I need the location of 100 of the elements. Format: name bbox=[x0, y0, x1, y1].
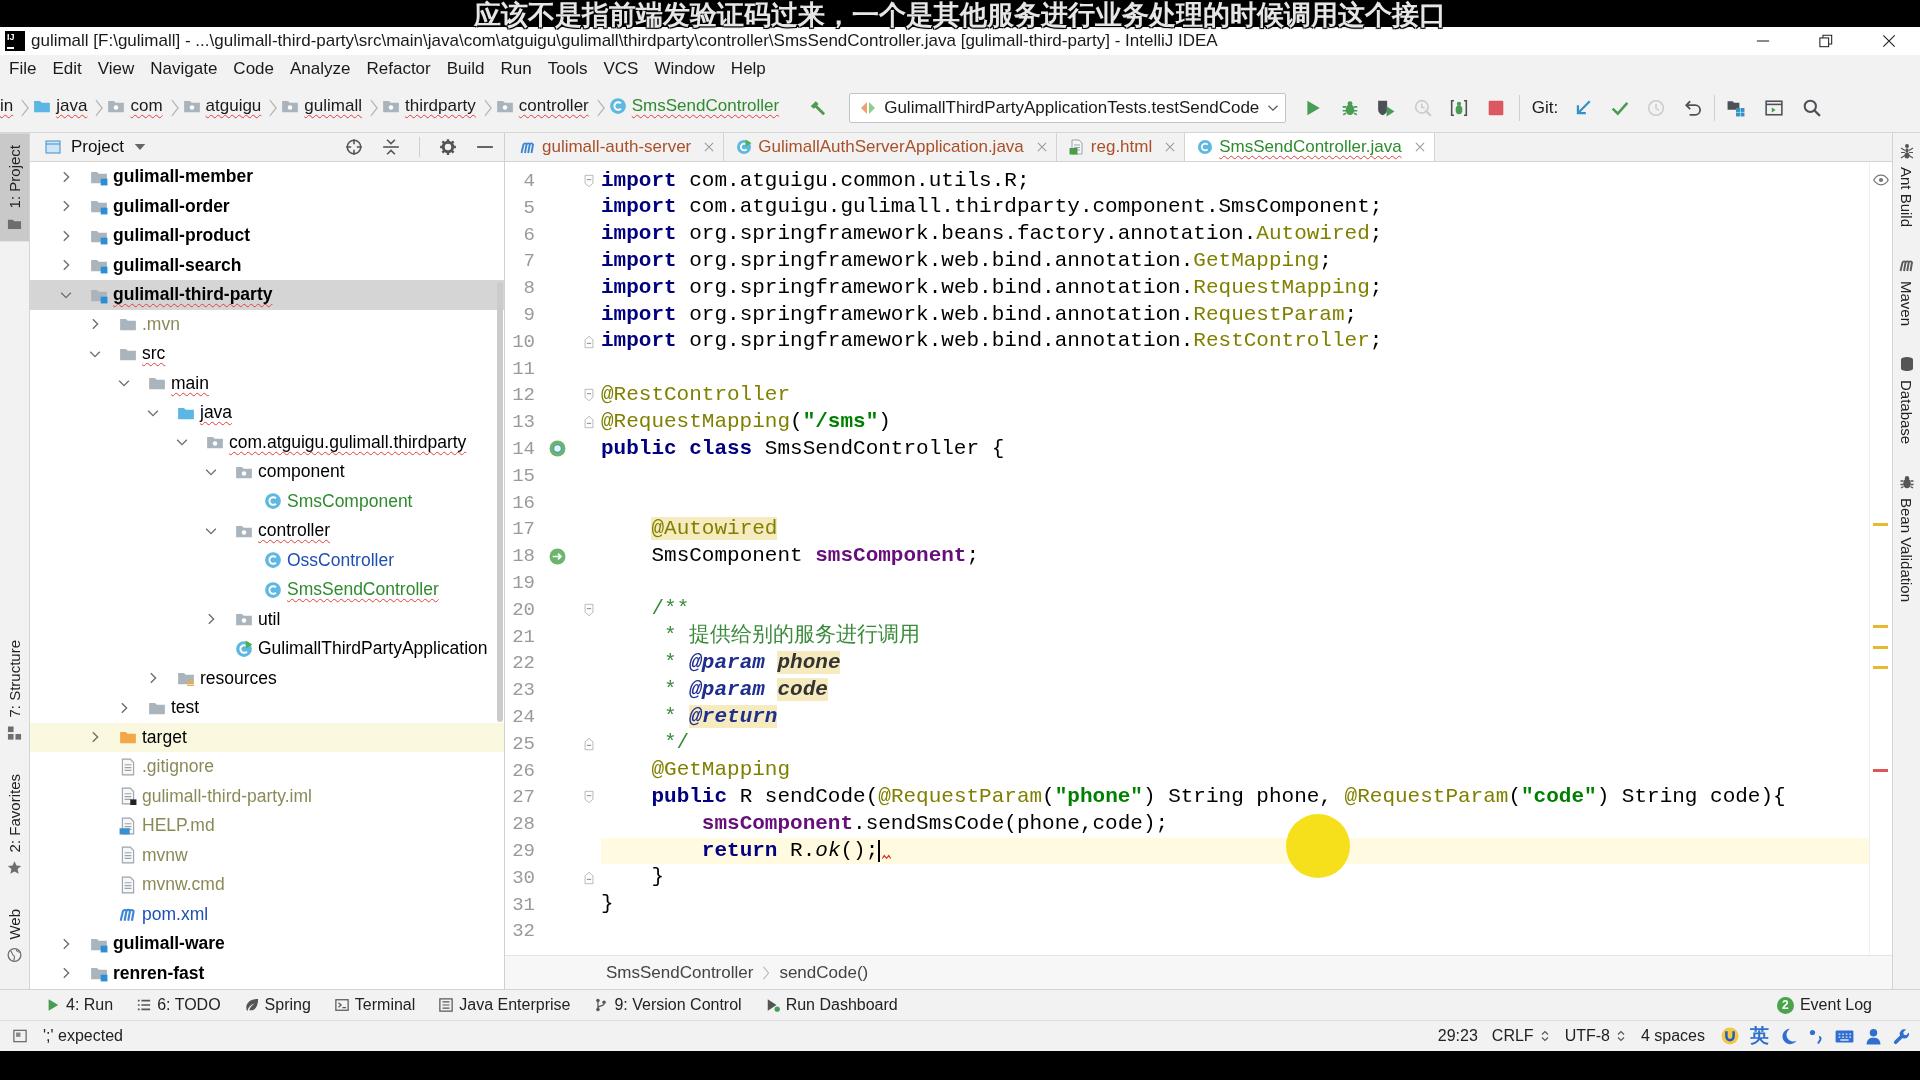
settings-icon[interactable] bbox=[439, 138, 457, 156]
run-configuration-dropdown[interactable]: GulimallThirdPartyApplicationTests.testSendCode bbox=[849, 92, 1287, 123]
tool-window-button[interactable]: Spring bbox=[232, 996, 323, 1014]
tool-window-button[interactable]: 7: Structure bbox=[0, 627, 29, 751]
view-dropdown[interactable]: Project bbox=[45, 137, 146, 157]
menu-item[interactable]: Run bbox=[492, 57, 540, 81]
tool-window-button[interactable]: 4: Run bbox=[34, 996, 126, 1014]
menu-item[interactable]: Navigate bbox=[142, 57, 226, 81]
tree-item[interactable]: .gitignore bbox=[30, 752, 504, 782]
tool-window-button[interactable]: Bean Validation bbox=[1893, 464, 1920, 613]
moon-icon[interactable] bbox=[1780, 1027, 1797, 1045]
input-mode-indicator[interactable]: 英 bbox=[1750, 1023, 1769, 1049]
tool-window-button[interactable]: Terminal bbox=[322, 996, 428, 1014]
tool-window-button[interactable]: Web bbox=[0, 897, 29, 973]
collapse-icon[interactable] bbox=[382, 138, 400, 156]
breadcrumb-item[interactable]: controller bbox=[495, 93, 589, 122]
tree-item[interactable]: resources bbox=[30, 663, 504, 693]
tool-window-button[interactable]: Ant Build bbox=[1893, 133, 1920, 238]
editor-tab[interactable]: gulimall-auth-server bbox=[508, 133, 725, 161]
tree-item[interactable]: pom.xml bbox=[30, 899, 504, 929]
tool-window-button[interactable]: Database bbox=[1893, 346, 1920, 455]
editor-tab[interactable]: GulimallAuthServerApplication.java bbox=[724, 133, 1057, 161]
warning-marker-icon[interactable] bbox=[1873, 625, 1888, 628]
bug-icon[interactable] bbox=[1340, 98, 1359, 117]
breadcrumb-item[interactable]: sendCode() bbox=[779, 962, 869, 983]
menu-item[interactable]: Analyze bbox=[282, 57, 359, 81]
tree-item[interactable]: gulimall-ware bbox=[30, 929, 504, 959]
menu-item[interactable]: Window bbox=[646, 57, 723, 81]
stop-icon[interactable] bbox=[1486, 98, 1505, 117]
menu-item[interactable]: Build bbox=[438, 57, 493, 81]
ring-icon[interactable] bbox=[548, 440, 566, 458]
close-icon[interactable] bbox=[1881, 34, 1896, 48]
breadcrumb-item[interactable]: SmsSendController bbox=[606, 962, 754, 983]
tree-item[interactable]: GulimallThirdPartyApplication bbox=[30, 634, 504, 664]
menu-item[interactable]: Tools bbox=[539, 57, 596, 81]
tree-item[interactable]: renren-fast bbox=[30, 958, 504, 988]
undo-icon[interactable] bbox=[1683, 98, 1702, 117]
wrench-icon[interactable] bbox=[1893, 1027, 1910, 1045]
line-separator-selector[interactable]: CRLF bbox=[1491, 1027, 1551, 1045]
tree-item[interactable]: OssController bbox=[30, 545, 504, 575]
shield-run-icon[interactable] bbox=[1377, 98, 1396, 117]
tree-item[interactable]: util bbox=[30, 604, 504, 634]
tree-item[interactable]: gulimall-third-party.iml bbox=[30, 781, 504, 811]
breadcrumb-item[interactable]: java bbox=[33, 93, 88, 122]
menu-item[interactable]: View bbox=[89, 57, 143, 81]
tool-window-button[interactable]: Java Enterprise bbox=[427, 996, 583, 1014]
warning-marker-icon[interactable] bbox=[1873, 522, 1888, 526]
menu-item[interactable]: Edit bbox=[44, 57, 90, 81]
person-icon[interactable] bbox=[1865, 1027, 1882, 1045]
tool-window-button[interactable]: Maven bbox=[1893, 247, 1920, 337]
u-circle-icon[interactable] bbox=[1721, 1027, 1739, 1045]
tree-item[interactable]: com.atguigu.gulimall.thirdparty bbox=[30, 427, 504, 457]
caret-position[interactable]: 29:23 bbox=[1437, 1027, 1478, 1045]
breadcrumb-item[interactable]: gulimall bbox=[281, 93, 362, 122]
tree-item[interactable]: .mvn bbox=[30, 309, 504, 339]
tool-window-button[interactable]: Run Dashboard bbox=[753, 996, 910, 1014]
breadcrumb-item[interactable]: in bbox=[0, 93, 14, 122]
tree-item[interactable]: mvnw.cmd bbox=[30, 870, 504, 900]
menu-item[interactable]: File bbox=[1, 57, 45, 81]
breadcrumb-item[interactable]: com bbox=[107, 93, 163, 122]
bug-icon[interactable] bbox=[1450, 98, 1469, 117]
punctuation-icon[interactable] bbox=[1808, 1028, 1824, 1044]
breadcrumb-item[interactable]: thirdparty bbox=[381, 93, 476, 122]
restore-icon[interactable] bbox=[1818, 34, 1833, 48]
tree-item[interactable]: gulimall-order bbox=[30, 191, 504, 221]
tree-item[interactable]: SmsSendController bbox=[30, 575, 504, 605]
tree-item[interactable]: mvnw bbox=[30, 840, 504, 870]
error-marker-icon[interactable] bbox=[1873, 768, 1888, 772]
tool-window-button[interactable]: 1: Project bbox=[0, 133, 29, 242]
tool-window-button[interactable]: 2 Event Log bbox=[1764, 996, 1884, 1014]
eye-icon[interactable] bbox=[1873, 172, 1889, 188]
window-icon[interactable] bbox=[13, 1029, 27, 1043]
tree-item[interactable]: java bbox=[30, 398, 504, 428]
tree-item[interactable]: component bbox=[30, 457, 504, 487]
tool-window-button[interactable]: 9: Version Control bbox=[582, 996, 754, 1014]
editor-tab[interactable]: SmsSendController.java bbox=[1185, 133, 1435, 161]
menu-item[interactable]: VCS bbox=[595, 57, 647, 81]
tree-item[interactable]: test bbox=[30, 693, 504, 723]
tree-item[interactable]: main bbox=[30, 368, 504, 398]
scrollbar-thumb[interactable] bbox=[497, 282, 503, 722]
warning-marker-icon[interactable] bbox=[1873, 645, 1888, 649]
tree-item[interactable]: gulimall-member bbox=[30, 162, 504, 192]
tree-item[interactable]: gulimall-third-party bbox=[30, 280, 504, 310]
warning-marker-icon[interactable] bbox=[1873, 666, 1888, 669]
encoding-selector[interactable]: UTF-8 bbox=[1564, 1027, 1627, 1045]
tree-item[interactable]: SmsComponent bbox=[30, 486, 504, 516]
window-icon[interactable] bbox=[1764, 98, 1783, 117]
tool-window-button[interactable]: 2: Favorites bbox=[0, 762, 29, 886]
folder-grid-icon[interactable] bbox=[1726, 98, 1745, 117]
indent-selector[interactable]: 4 spaces bbox=[1640, 1027, 1705, 1045]
tree-item[interactable]: gulimall-product bbox=[30, 221, 504, 251]
breadcrumb-item[interactable]: atguigu bbox=[182, 93, 262, 122]
menu-item[interactable]: Help bbox=[722, 57, 774, 81]
tool-window-button[interactable]: 6: TODO bbox=[125, 996, 233, 1014]
menu-item[interactable]: Code bbox=[225, 57, 282, 81]
tree-item[interactable]: src bbox=[30, 339, 504, 369]
tree-item[interactable]: gulimall-search bbox=[30, 250, 504, 280]
tree-item[interactable]: target bbox=[30, 722, 504, 752]
crosshair-icon[interactable] bbox=[345, 138, 363, 156]
breadcrumb-item[interactable]: SmsSendController bbox=[608, 93, 780, 122]
